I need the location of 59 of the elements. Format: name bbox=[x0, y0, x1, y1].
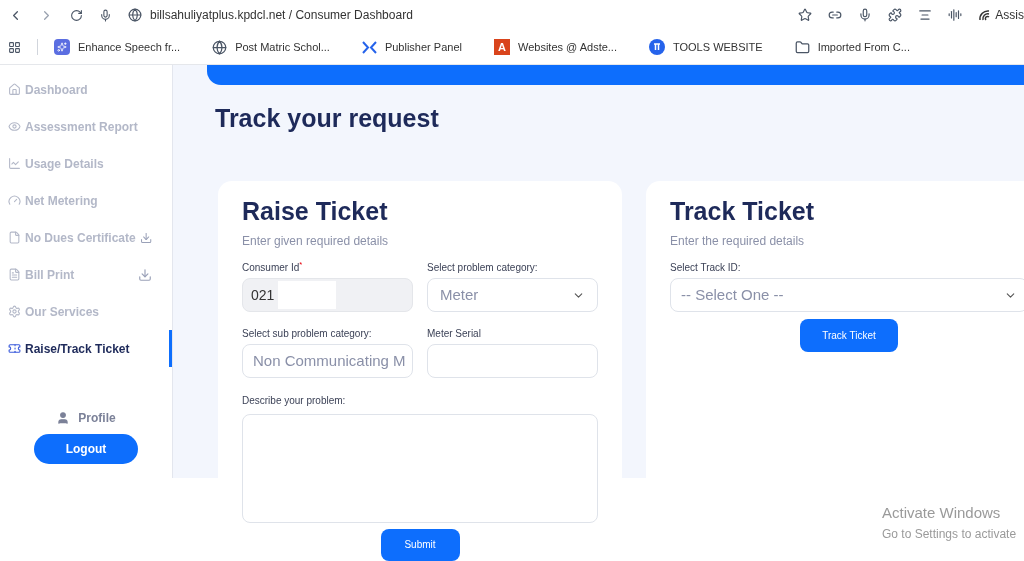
field-label: Select problem category: bbox=[427, 261, 539, 275]
assistant-label[interactable]: Assis bbox=[995, 6, 1024, 24]
extensions-icon[interactable] bbox=[888, 8, 903, 22]
speech-app-icon bbox=[54, 39, 70, 55]
bookmark[interactable]: Publisher Panel bbox=[384, 38, 462, 56]
category-select[interactable]: Meter bbox=[427, 278, 598, 312]
assistant-icon bbox=[978, 8, 992, 22]
microphone-icon[interactable] bbox=[99, 8, 112, 22]
sub-category-select[interactable]: Non Communicating M bbox=[242, 344, 413, 378]
eye-icon bbox=[8, 120, 21, 133]
home-icon bbox=[8, 83, 21, 96]
document-icon bbox=[8, 268, 21, 281]
bookmark[interactable]: TOOLS WEBSITE bbox=[673, 38, 763, 56]
description-field[interactable] bbox=[242, 414, 598, 524]
gauge-icon bbox=[8, 194, 21, 207]
card-title: Track Ticket bbox=[670, 195, 816, 227]
reload-icon[interactable] bbox=[70, 8, 83, 22]
field-label: Describe your problem: bbox=[242, 394, 347, 408]
meter-serial-field[interactable] bbox=[427, 344, 598, 378]
audio-icon[interactable] bbox=[948, 8, 963, 22]
microphone-icon[interactable] bbox=[858, 8, 873, 22]
link-icon[interactable] bbox=[828, 8, 843, 22]
globe-icon bbox=[212, 39, 228, 55]
bookmark-letter-icon: A bbox=[493, 39, 510, 55]
consumer-id-field[interactable]: 021 bbox=[242, 278, 413, 312]
bookmark[interactable]: Websites @ Adste... bbox=[517, 38, 617, 56]
lines-icon[interactable] bbox=[918, 8, 933, 22]
ticket-icon bbox=[8, 342, 21, 355]
address-bar[interactable]: billsahuliyatplus.kpdcl.net / Consumer Dashboard bbox=[150, 6, 413, 24]
folder-icon bbox=[794, 39, 810, 55]
tools-icon bbox=[649, 39, 665, 55]
card-title: Raise Ticket bbox=[242, 195, 389, 227]
bookmark[interactable]: Post Matric Schol... bbox=[235, 38, 330, 56]
bookmark[interactable]: Imported From C... bbox=[817, 38, 910, 56]
activation-text: Go to Settings to activate bbox=[882, 525, 1017, 543]
bookmark[interactable]: Enhance Speech fr... bbox=[78, 38, 181, 56]
apps-icon[interactable] bbox=[8, 40, 21, 54]
download-icon[interactable] bbox=[139, 230, 152, 245]
user-icon bbox=[56, 411, 71, 425]
field-label: Meter Serial bbox=[427, 327, 482, 341]
page-title: Track your request bbox=[215, 103, 440, 134]
gears-icon bbox=[8, 305, 21, 318]
activation-title: Activate Windows bbox=[882, 503, 1002, 523]
submit-button[interactable]: Submit bbox=[380, 529, 460, 561]
profile-link[interactable]: Profile bbox=[78, 409, 116, 427]
star-icon[interactable] bbox=[798, 8, 813, 22]
file-icon bbox=[8, 231, 21, 244]
track-id-select[interactable]: -- Select One -- bbox=[670, 278, 1024, 312]
field-label: Select Track ID: bbox=[670, 261, 742, 275]
line-chart-icon bbox=[8, 157, 21, 170]
track-ticket-button[interactable]: Track Ticket bbox=[800, 319, 898, 352]
logout-button[interactable]: Logout bbox=[34, 434, 138, 464]
card-subtitle: Enter given required details bbox=[242, 233, 390, 250]
field-label: Consumer Id$^{*}$ bbox=[242, 260, 304, 275]
card-subtitle: Enter the required details bbox=[670, 233, 806, 250]
chevrons-icon bbox=[361, 40, 377, 54]
site-info-icon[interactable] bbox=[128, 8, 142, 22]
sidebar-item[interactable]: Raise/Track Ticket bbox=[0, 330, 172, 367]
field-label: Select sub problem category: bbox=[242, 327, 373, 341]
